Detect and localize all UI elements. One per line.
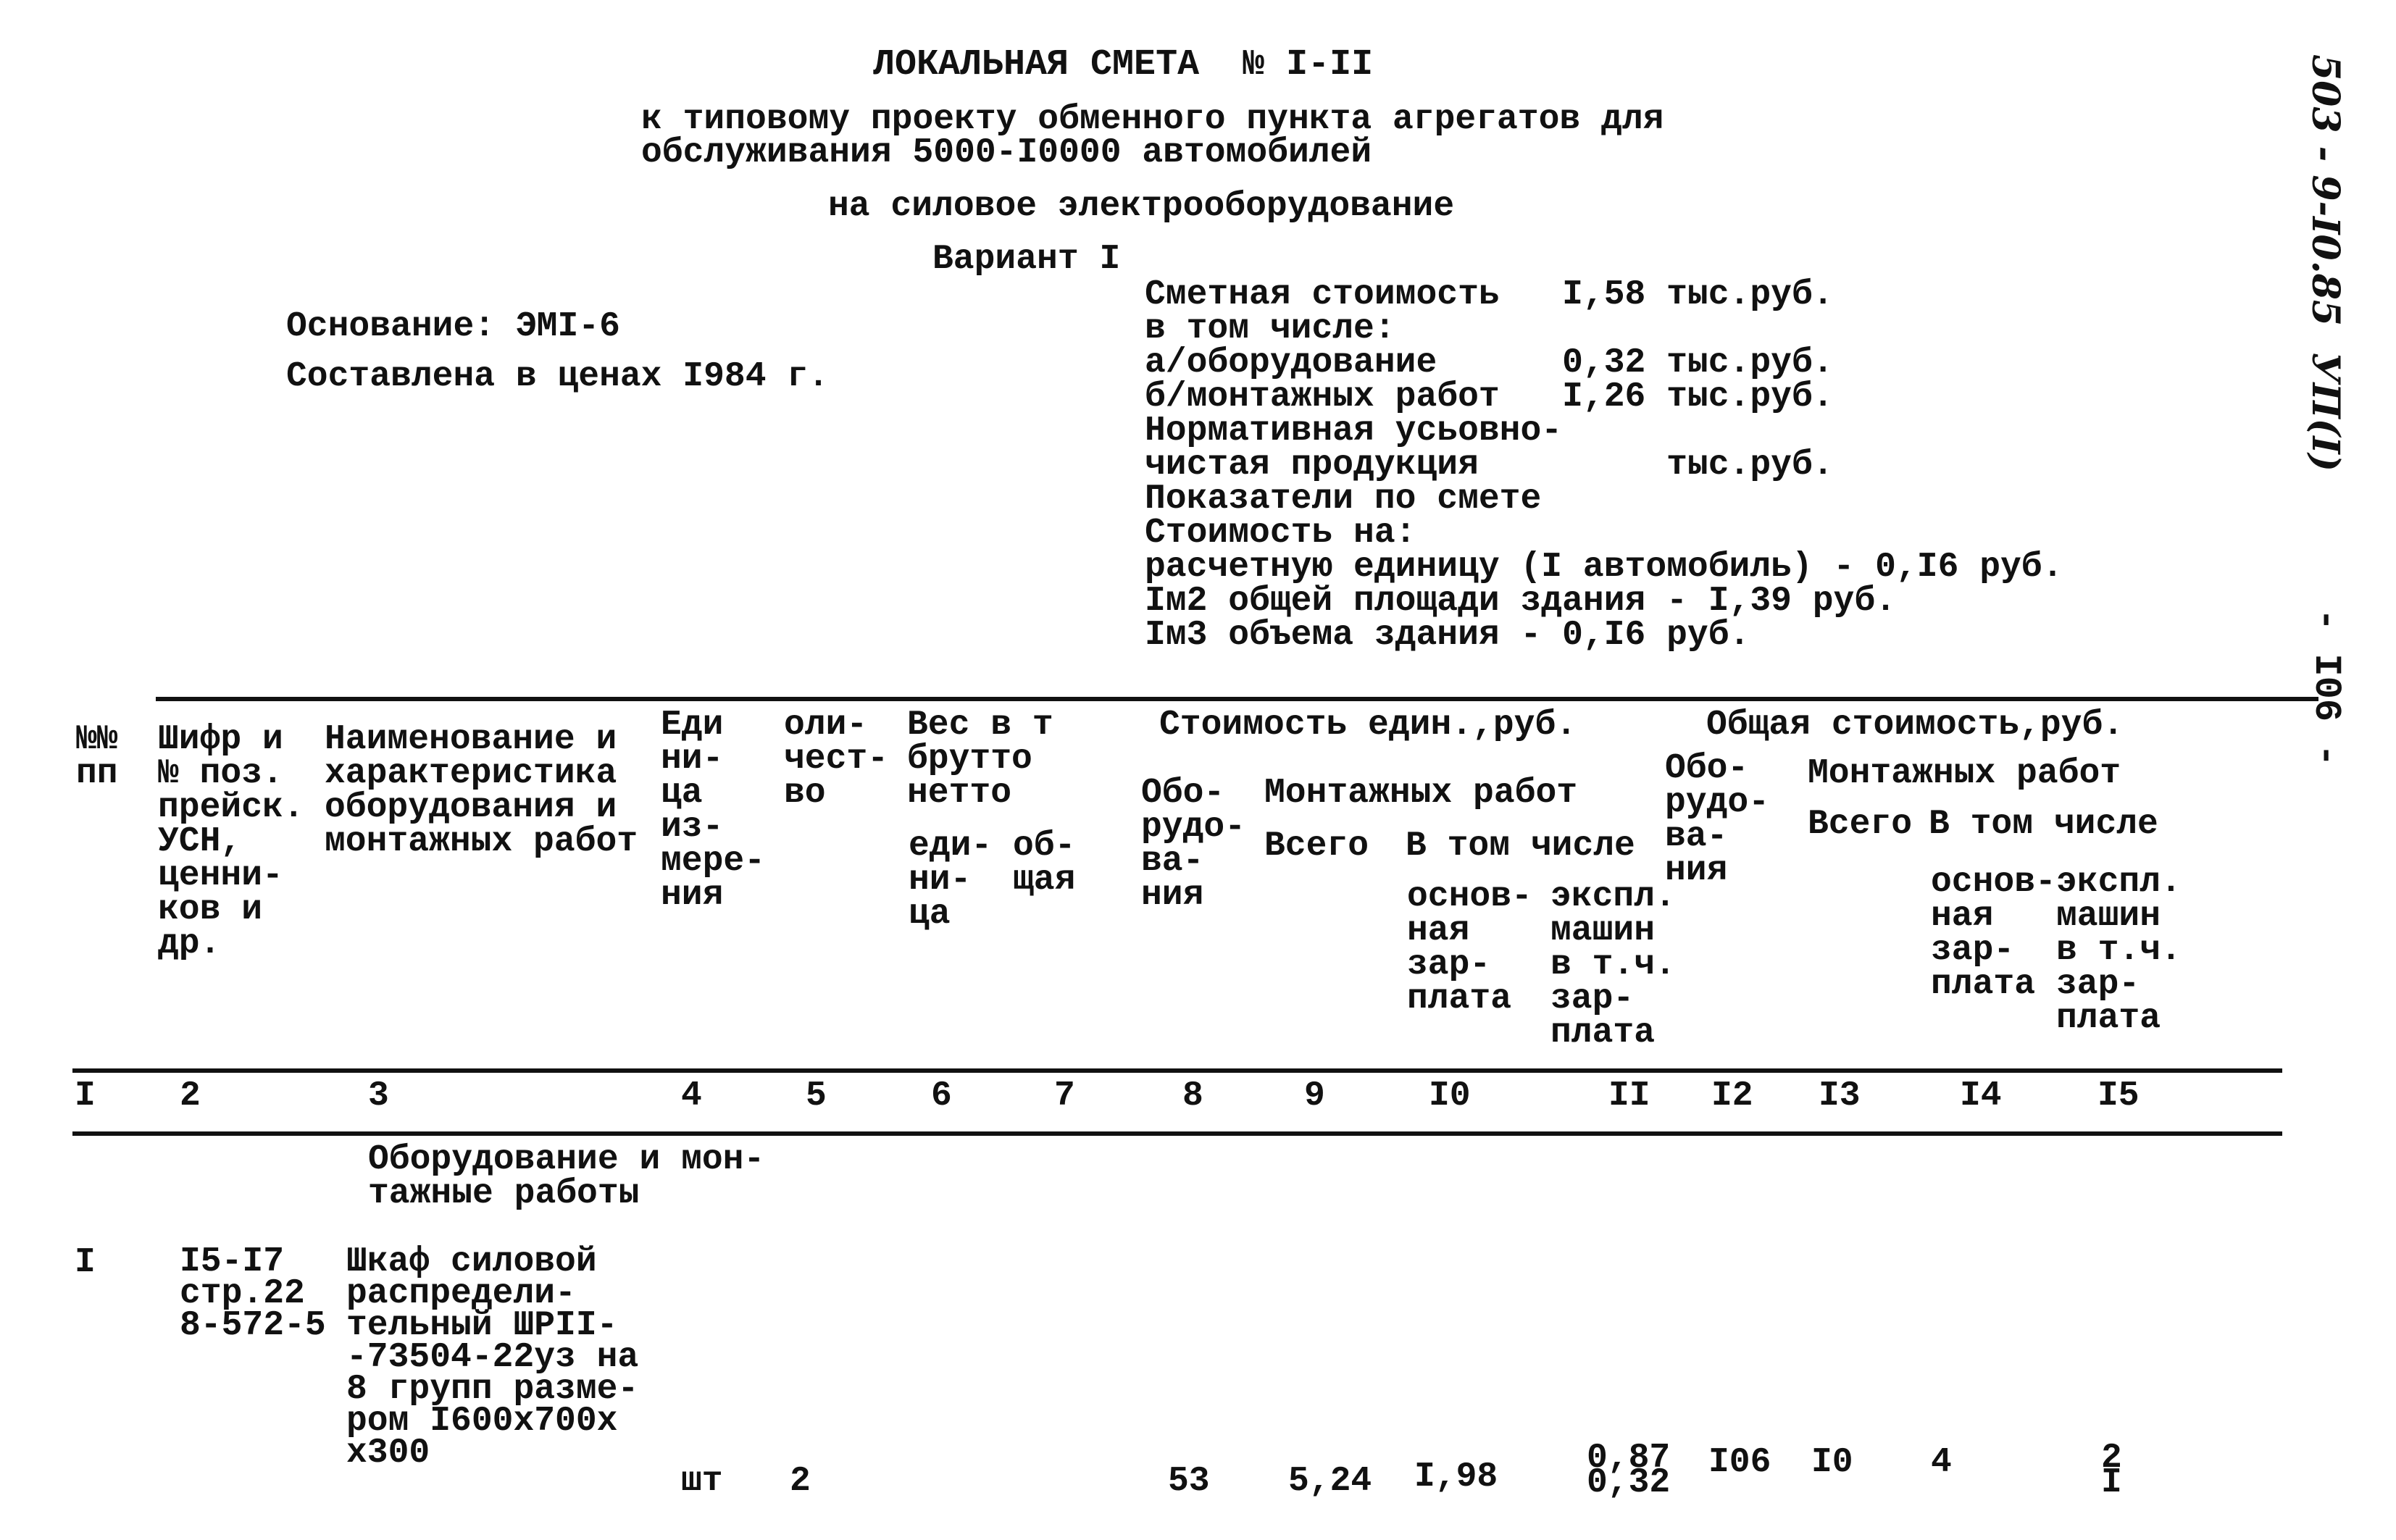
header-col-13: Всего [1808,805,1913,844]
header-col-4: Еди ни- ца из- мере- ния [661,706,766,915]
table-top-rule [156,697,2318,701]
row-code: I5-I7 стр.22 8-572-5 [180,1242,326,1345]
column-number: I0 [1429,1076,1471,1116]
column-number: II [1608,1076,1650,1116]
header-col-8: Обо- рудо- ва- ния [1141,774,1246,915]
column-number: 9 [1304,1076,1325,1116]
document-code-stamp: 503 - 9-I0.85 УП(I) [2303,54,2347,472]
row-total-install-machines-wage: I [2101,1463,2122,1502]
row-unit: шт [681,1462,723,1501]
row-unit-install-machines-wage: 0,32 [1587,1463,1671,1502]
document-subtitle-line1: к типовому проекту обменного пункта агре… [641,100,1664,139]
table-header-rule [72,1068,2282,1073]
summary-line: Iм3 объема здания - 0,I6 руб. [1145,616,1750,655]
header-col-5: оли- чест- во [784,706,889,813]
summary-line: Сметная стоимость I,58 тыс.руб. [1145,275,1834,314]
row-total-install-wage: 4 [1931,1443,1952,1482]
document-subject: на силовое электрооборудование [828,187,1455,226]
summary-line: Показатели по смете [1145,480,1542,519]
header-unit-install-group: Монтажных работ [1264,774,1578,813]
basis-line: Основание: ЭМI-6 [286,307,620,346]
header-col-12: Обо- рудо- ва- ния [1665,749,1770,890]
table-numbers-rule [72,1131,2282,1136]
column-number: I4 [1960,1076,2002,1116]
section-title: Оборудование и мон- тажные работы [368,1140,765,1213]
page-number: - I06 - [2305,608,2347,767]
column-number: 8 [1182,1076,1203,1116]
row-unit-equipment-cost: 53 [1168,1462,1210,1501]
row-unit-install-total: 5,24 [1288,1462,1372,1501]
header-total-install-group: Монтажных работ [1808,754,2121,793]
summary-line: расчетную единицу (I автомобиль) - 0,I6 … [1145,548,2063,587]
column-number: I5 [2097,1076,2140,1116]
row-total-install-total: I0 [1811,1443,1853,1482]
row-quantity: 2 [790,1462,811,1501]
column-number: I2 [1711,1076,1753,1116]
header-weight-group: Вес в т брутто нетто [907,706,1053,813]
header-col-2: Шифр и № поз. прейск. УСН, ценни- ков и … [158,720,304,963]
summary-line: чистая продукция тыс.руб. [1145,445,1834,485]
column-number: 2 [180,1076,201,1116]
summary-line: Iм2 общей площади здания - I,39 руб. [1145,582,1896,621]
row-unit-install-wage: I,98 [1414,1457,1498,1497]
variant-label: Вариант I [932,240,1121,279]
column-number: 3 [368,1076,389,1116]
header-col-15: экспл. машин в т.ч. зар- плата [2056,863,2182,1038]
header-unit-incl-group: В том числе [1406,827,1635,866]
row-total-equipment: I06 [1708,1443,1771,1482]
prices-line: Составлена в ценах I984 г. [286,357,829,396]
header-col-9: Всего [1264,827,1369,866]
header-col-14: основ- ная зар- плата [1931,863,2056,1004]
header-col-1: №№ пп [76,720,118,793]
header-col-6: еди- ни- ца [909,827,993,934]
summary-line: а/оборудование 0,32 тыс.руб. [1145,343,1834,382]
column-number: I [75,1076,96,1116]
header-col-11: экспл. машин в т.ч. зар- плата [1550,877,1676,1053]
header-col-3: Наименование и характеристика оборудован… [325,720,638,861]
document-subtitle-line2: обслуживания 5000-I0000 автомобилей [641,133,1372,172]
row-name: Шкаф силовой распредели- тельный ШРII- -… [346,1242,639,1473]
column-number: 7 [1054,1076,1075,1116]
column-number: I3 [1819,1076,1861,1116]
header-total-cost-group: Общая стоимость,руб. [1706,706,2124,745]
header-total-incl-group: В том числе [1929,805,2158,844]
column-number: 6 [931,1076,952,1116]
header-unit-cost-group: Стоимость един.,руб. [1159,706,1577,745]
column-number: 4 [681,1076,702,1116]
header-col-7: об- щая [1013,827,1076,900]
summary-line: Стоимость на: [1145,514,1416,553]
header-col-10: основ- ная зар- плата [1407,877,1532,1018]
row-number: I [75,1243,96,1282]
summary-line: б/монтажных работ I,26 тыс.руб. [1145,377,1834,417]
column-number: 5 [806,1076,827,1116]
summary-line: в том числе: [1145,309,1395,348]
summary-line: Нормативная усьовно- [1145,411,1563,451]
document-title: ЛОКАЛЬНАЯ СМЕТА № I-II [873,44,1374,85]
